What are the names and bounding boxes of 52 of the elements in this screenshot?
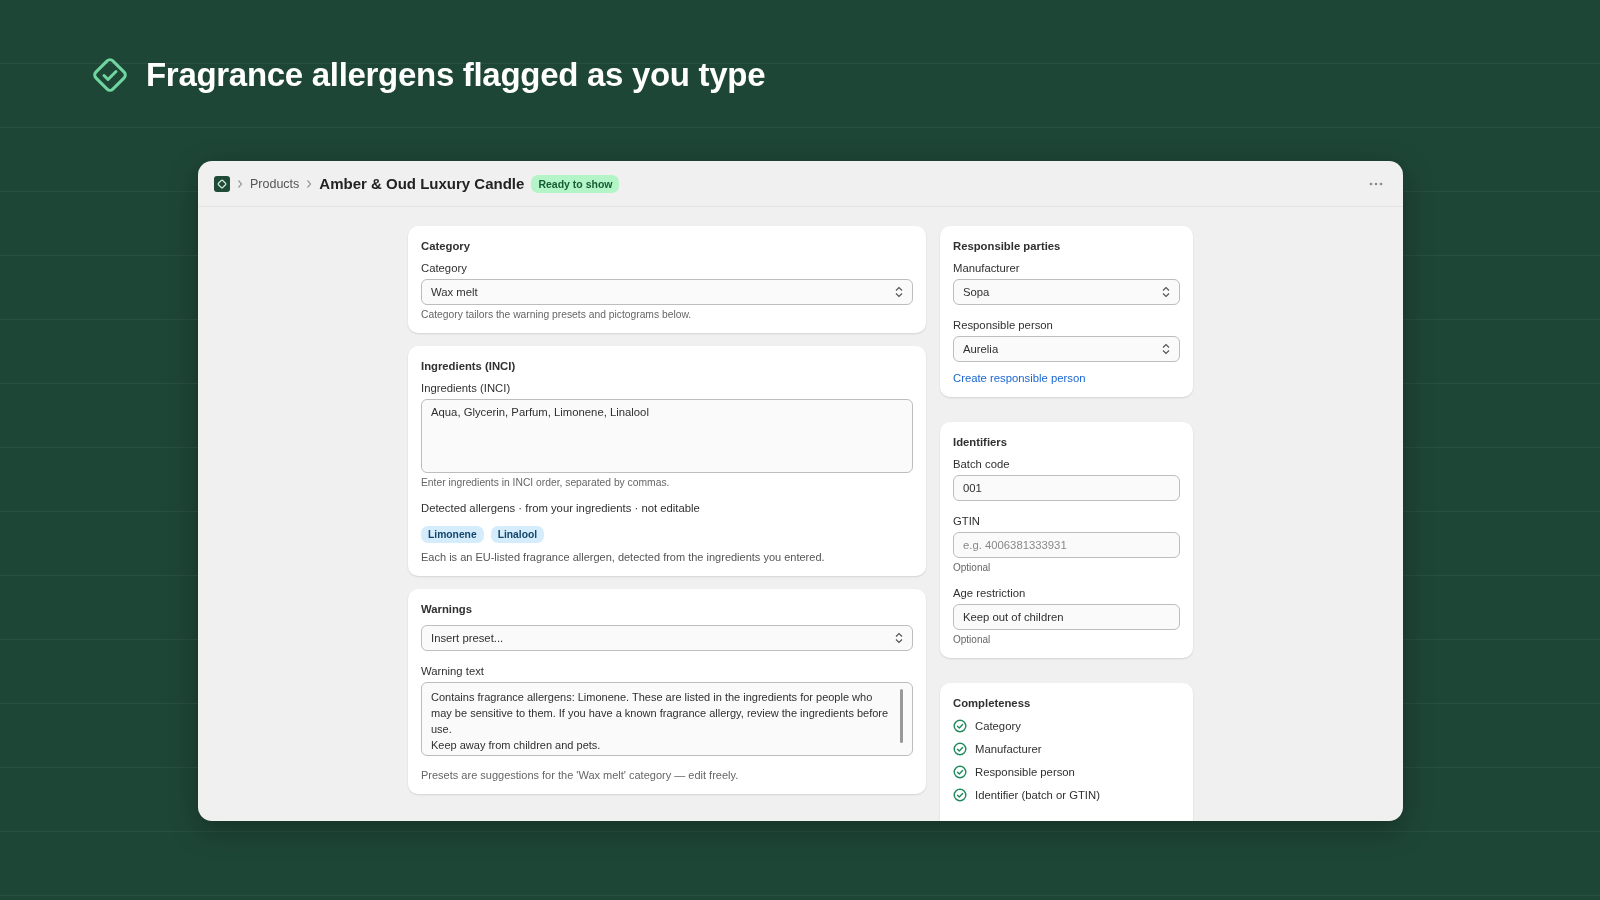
updown-icon bbox=[1162, 343, 1170, 355]
field-label: GTIN bbox=[953, 515, 981, 527]
ingredients-field[interactable]: Aqua, Glycerin, Parfum, Limonene, Linalool bbox=[421, 399, 913, 473]
warning-text-field[interactable] bbox=[421, 682, 913, 756]
check-diamond-icon bbox=[90, 55, 130, 95]
checklist-item: Identifier (batch or GTIN) bbox=[975, 789, 1100, 801]
allergens-note: Each is an EU-listed fragrance allergen, detected from the ingredients you entered. bbox=[421, 551, 826, 563]
checklist-item: Category bbox=[975, 720, 1021, 732]
hint-text: Optional bbox=[953, 634, 992, 645]
headline: Fragrance allergens flagged as you type bbox=[146, 56, 766, 94]
field-label: Responsible person bbox=[953, 319, 1054, 331]
updown-icon bbox=[1162, 286, 1170, 298]
text-field[interactable]: 001 bbox=[953, 475, 1180, 501]
page-title: Amber & Oud Luxury Candle bbox=[319, 175, 525, 192]
field-label: Batch code bbox=[953, 458, 1011, 470]
logo-icon bbox=[214, 175, 230, 192]
scrollbar[interactable] bbox=[900, 689, 903, 743]
help-text: Presets are suggestions for the 'Wax melt' category — edit freely. bbox=[421, 769, 740, 781]
create-link[interactable]: Create responsible person bbox=[953, 372, 1180, 384]
text-field[interactable]: Keep out of children bbox=[953, 604, 1180, 630]
field-label: Category bbox=[421, 262, 468, 274]
card-title: Completeness bbox=[953, 697, 1032, 709]
checklist-item: Responsible person bbox=[975, 766, 1075, 778]
breadcrumb-link[interactable]: Products bbox=[250, 176, 300, 191]
card-title: Category bbox=[421, 240, 471, 252]
text-field[interactable]: e.g. 4006381333931 bbox=[953, 532, 1180, 558]
allergen-tag: Linalool bbox=[490, 526, 545, 543]
person-select[interactable]: Sopa bbox=[953, 279, 1180, 305]
checklist-item: Manufacturer bbox=[975, 743, 1042, 755]
help-text: Category tailors the warning presets and pictograms below. bbox=[421, 309, 693, 320]
allergens-label: Detected allergens · from your ingredients · not editable bbox=[421, 502, 701, 514]
warning-text: Contains fragrance allergens: Limonene. These are listed in the ingredients for people who may be sensitive to them. If you have a known fragrance allergy, review the ingredients before use. Keep away from children and pets. bbox=[431, 690, 890, 749]
field-label: Ingredients (INCI) bbox=[421, 382, 512, 394]
person-select[interactable]: Aurelia bbox=[953, 336, 1180, 362]
more-icon bbox=[1369, 181, 1383, 186]
card-title: Warnings bbox=[421, 603, 474, 615]
chevron-icon bbox=[237, 178, 243, 189]
card-title: Ingredients (INCI) bbox=[421, 360, 517, 372]
field-label: Manufacturer bbox=[953, 262, 1021, 274]
field-label: Age restriction bbox=[953, 587, 1027, 599]
hint-text: Optional bbox=[953, 562, 992, 573]
help-text: Enter ingredients in INCI order, separated by commas. bbox=[421, 477, 671, 488]
allergen-tag: Limonene bbox=[421, 526, 484, 543]
field-label: Warning text bbox=[421, 665, 485, 677]
preset-select[interactable]: Insert preset... bbox=[421, 625, 913, 651]
card-title: Identifiers bbox=[953, 436, 1008, 448]
card-title: Responsible parties bbox=[953, 240, 1062, 252]
chevron-icon bbox=[306, 178, 313, 189]
category-select[interactable]: Wax melt bbox=[421, 279, 913, 305]
updown-icon bbox=[895, 632, 903, 644]
updown-icon bbox=[895, 286, 903, 298]
status-badge: Ready to show bbox=[531, 174, 620, 193]
